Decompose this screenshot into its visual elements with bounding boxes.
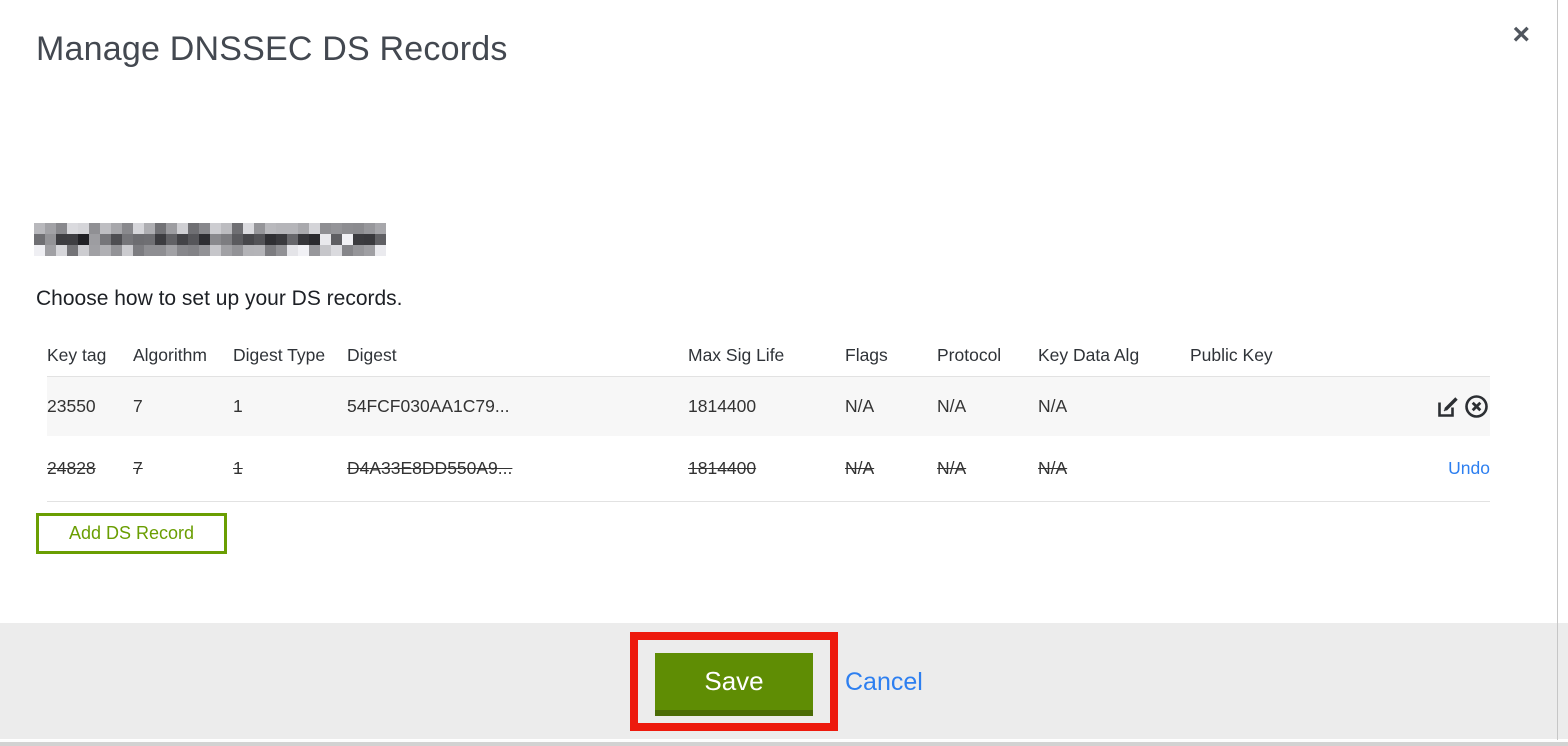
- cell-algorithm: 7: [133, 458, 143, 478]
- column-header-key-tag: Key tag: [47, 344, 107, 365]
- page-bottom-edge: [0, 740, 1568, 746]
- cancel-link[interactable]: Cancel: [845, 668, 923, 697]
- dnssec-ds-records-modal: Manage DNSSEC DS Records × Choose how to…: [0, 0, 1568, 746]
- cell-key-tag: 24828: [47, 458, 96, 478]
- add-ds-record-button[interactable]: Add DS Record: [36, 513, 228, 554]
- cell-max-sig-life: 1814400: [688, 458, 757, 478]
- column-header-algorithm: Algorithm: [133, 344, 207, 365]
- column-header-digest-type: Digest Type: [233, 344, 326, 365]
- instruction-text: Choose how to set up your DS records.: [36, 287, 403, 310]
- close-icon[interactable]: ×: [1512, 20, 1530, 50]
- cell-key-tag: 23550: [47, 396, 96, 416]
- cell-algorithm: 7: [133, 396, 143, 416]
- cell-digest-type: 1: [233, 396, 243, 416]
- cell-digest: 54FCF030AA1C79...: [347, 396, 510, 416]
- save-button[interactable]: Save: [655, 653, 813, 716]
- cell-key-data-alg: N/A: [1038, 396, 1068, 416]
- redacted-domain-name: [34, 223, 386, 256]
- cell-key-data-alg: N/A: [1038, 458, 1068, 478]
- edit-record-icon[interactable]: [1434, 393, 1461, 420]
- cell-digest: D4A33E8DD550A9...: [347, 458, 513, 478]
- column-header-flags: Flags: [845, 344, 888, 365]
- cell-digest-type: 1: [233, 458, 243, 478]
- cell-flags: N/A: [845, 458, 875, 478]
- cell-flags: N/A: [845, 396, 875, 416]
- table-row-deleted: 24828 7 1 D4A33E8DD550A9... 1814400 N/A …: [47, 436, 1490, 502]
- column-header-key-data-alg: Key Data Alg: [1038, 344, 1140, 365]
- ds-records-table: Key tag Algorithm Digest Type Digest Max…: [47, 334, 1490, 502]
- table-header-row: Key tag Algorithm Digest Type Digest Max…: [47, 334, 1490, 376]
- column-header-digest: Digest: [347, 344, 397, 365]
- page-title: Manage DNSSEC DS Records: [36, 30, 508, 68]
- delete-record-icon[interactable]: [1463, 393, 1490, 420]
- table-row: 23550 7 1 54FCF030AA1C79... 1814400 N/A …: [47, 376, 1490, 436]
- column-header-protocol: Protocol: [937, 344, 1002, 365]
- column-header-max-sig-life: Max Sig Life: [688, 344, 785, 365]
- cell-protocol: N/A: [937, 458, 967, 478]
- undo-link[interactable]: Undo: [1448, 458, 1490, 479]
- cell-max-sig-life: 1814400: [688, 396, 757, 416]
- cell-protocol: N/A: [937, 396, 967, 416]
- page-right-border: [1557, 0, 1558, 746]
- modal-footer: Save Cancel: [0, 623, 1568, 739]
- column-header-public-key: Public Key: [1190, 344, 1273, 365]
- annotation-highlight-box: Save: [630, 632, 838, 731]
